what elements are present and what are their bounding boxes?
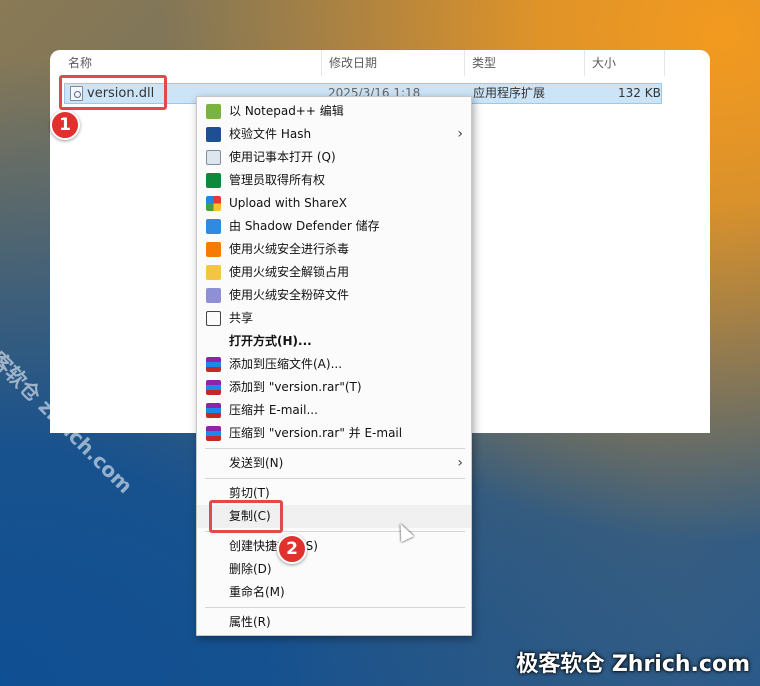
file-highlight-box bbox=[59, 75, 167, 110]
menu-item-rename[interactable]: 重命名(M) bbox=[197, 581, 471, 604]
column-divider[interactable] bbox=[584, 50, 585, 76]
copy-highlight-box bbox=[209, 500, 283, 533]
menu-item-huorong-unlock[interactable]: 使用火绒安全解锁占用 bbox=[197, 261, 471, 284]
sort-ascending-icon: ^ bbox=[186, 50, 195, 57]
shredder-icon bbox=[206, 288, 221, 303]
menu-item-sharex[interactable]: Upload with ShareX bbox=[197, 192, 471, 215]
file-type: 应用程序扩展 bbox=[473, 86, 546, 100]
step-badge-1: 1 bbox=[50, 110, 80, 140]
column-modified[interactable]: 修改日期 bbox=[323, 50, 377, 76]
notepadpp-icon bbox=[206, 104, 221, 119]
menu-item-huorong-scan[interactable]: 使用火绒安全进行杀毒 bbox=[197, 238, 471, 261]
share-icon bbox=[206, 311, 221, 326]
menu-item-delete[interactable]: 删除(D) bbox=[197, 558, 471, 581]
chevron-right-icon: › bbox=[457, 455, 463, 471]
shadow-defender-icon bbox=[206, 219, 221, 234]
menu-item-label: 使用记事本打开 (Q) bbox=[229, 150, 336, 164]
menu-item-label: 校验文件 Hash bbox=[229, 127, 312, 141]
menu-item-notepad[interactable]: 使用记事本打开 (Q) bbox=[197, 146, 471, 169]
menu-separator bbox=[205, 607, 465, 608]
winrar-icon bbox=[206, 380, 221, 395]
menu-item-label: 压缩并 E-mail... bbox=[229, 403, 318, 417]
column-divider[interactable] bbox=[464, 50, 465, 76]
menu-item-share[interactable]: 共享 bbox=[197, 307, 471, 330]
menu-item-label: 打开方式(H)... bbox=[229, 334, 312, 348]
menu-item-label: 以 Notepad++ 编辑 bbox=[229, 104, 344, 118]
menu-item-compress-email[interactable]: 压缩并 E-mail... bbox=[197, 399, 471, 422]
menu-item-label: 发送到(N) bbox=[229, 456, 284, 470]
column-name[interactable]: 名称 bbox=[62, 50, 92, 76]
huorong-icon bbox=[206, 242, 221, 257]
column-header: ^ 名称 修改日期 类型 大小 bbox=[50, 50, 710, 76]
menu-item-send-to[interactable]: 发送到(N) › bbox=[197, 452, 471, 475]
menu-item-label: 删除(D) bbox=[229, 562, 272, 576]
menu-item-label: 管理员取得所有权 bbox=[229, 173, 326, 187]
column-type[interactable]: 类型 bbox=[466, 50, 496, 76]
winrar-icon bbox=[206, 403, 221, 418]
file-size: 132 KB bbox=[618, 86, 661, 100]
menu-item-shadow-defender[interactable]: 由 Shadow Defender 储存 bbox=[197, 215, 471, 238]
menu-item-hash[interactable]: 校验文件 Hash › bbox=[197, 123, 471, 146]
step-badge-2: 2 bbox=[277, 534, 307, 564]
folder-unlock-icon bbox=[206, 265, 221, 280]
menu-separator bbox=[205, 478, 465, 479]
menu-item-label: 重命名(M) bbox=[229, 585, 285, 599]
menu-item-label: 使用火绒安全粉碎文件 bbox=[229, 288, 350, 302]
menu-item-add-version-rar[interactable]: 添加到 "version.rar"(T) bbox=[197, 376, 471, 399]
watermark-corner: 极客软仓 Zhrich.com bbox=[516, 652, 750, 677]
column-divider[interactable] bbox=[321, 50, 322, 76]
menu-item-add-archive[interactable]: 添加到压缩文件(A)... bbox=[197, 353, 471, 376]
menu-item-compress-version-email[interactable]: 压缩到 "version.rar" 并 E-mail bbox=[197, 422, 471, 445]
menu-item-label: 共享 bbox=[229, 311, 254, 325]
menu-separator bbox=[205, 448, 465, 449]
menu-item-create-shortcut[interactable]: 创建快捷方式(S) bbox=[197, 535, 471, 558]
context-menu: 以 Notepad++ 编辑 校验文件 Hash › 使用记事本打开 (Q) 管… bbox=[196, 96, 472, 636]
menu-item-properties[interactable]: 属性(R) bbox=[197, 611, 471, 634]
menu-item-notepadpp[interactable]: 以 Notepad++ 编辑 bbox=[197, 100, 471, 123]
winrar-icon bbox=[206, 357, 221, 372]
sharex-icon bbox=[206, 196, 221, 211]
column-divider[interactable] bbox=[664, 50, 665, 76]
menu-item-label: 压缩到 "version.rar" 并 E-mail bbox=[229, 426, 403, 440]
shield-check-icon bbox=[206, 173, 221, 188]
notepad-icon bbox=[206, 150, 221, 165]
menu-item-open-with[interactable]: 打开方式(H)... bbox=[197, 330, 471, 353]
menu-item-huorong-shred[interactable]: 使用火绒安全粉碎文件 bbox=[197, 284, 471, 307]
powershell-icon bbox=[206, 127, 221, 142]
menu-item-label: 由 Shadow Defender 储存 bbox=[229, 219, 380, 233]
winrar-icon bbox=[206, 426, 221, 441]
menu-item-label: Upload with ShareX bbox=[229, 196, 347, 210]
menu-item-take-ownership[interactable]: 管理员取得所有权 bbox=[197, 169, 471, 192]
menu-item-label: 添加到压缩文件(A)... bbox=[229, 357, 343, 371]
menu-item-label: 属性(R) bbox=[229, 615, 271, 629]
chevron-right-icon: › bbox=[457, 126, 463, 142]
column-size[interactable]: 大小 bbox=[586, 50, 616, 76]
menu-item-label: 使用火绒安全进行杀毒 bbox=[229, 242, 350, 256]
menu-item-label: 添加到 "version.rar"(T) bbox=[229, 380, 362, 394]
menu-item-label: 使用火绒安全解锁占用 bbox=[229, 265, 350, 279]
